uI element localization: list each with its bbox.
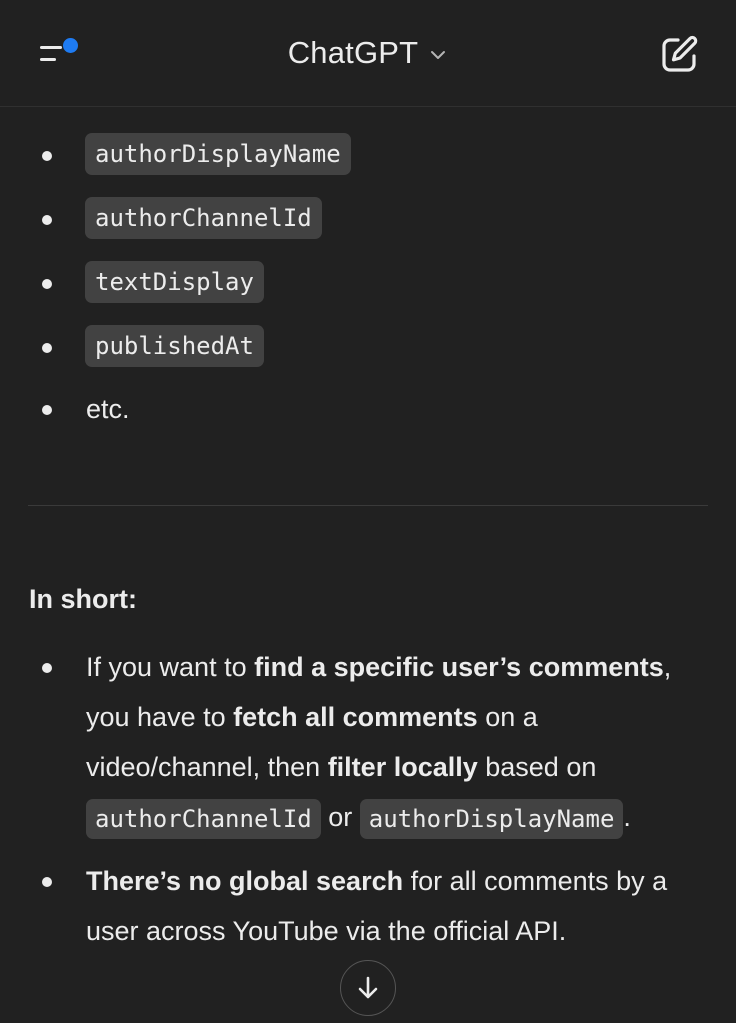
bullet	[42, 877, 52, 887]
list-item: publishedAt	[0, 325, 736, 371]
model-selector[interactable]: ChatGPT	[0, 30, 736, 76]
summary-point-2: There’s no global search for all comment…	[86, 856, 716, 956]
arrow-down-icon	[358, 976, 378, 999]
bullet	[42, 663, 52, 673]
list-item: etc.	[0, 389, 736, 435]
inline-code: authorChannelId	[86, 798, 321, 839]
bold-text: There’s no global search	[86, 866, 404, 896]
list-text: etc.	[86, 394, 130, 424]
bullet	[42, 279, 52, 289]
bullet	[42, 151, 52, 161]
bullet	[42, 405, 52, 415]
list-item: textDisplay	[0, 261, 736, 307]
text: .	[623, 802, 631, 832]
bold-text: filter locally	[327, 752, 478, 782]
app-title: ChatGPT	[287, 35, 419, 70]
inline-code: authorDisplayName	[359, 798, 624, 839]
new-chat-icon	[662, 35, 698, 72]
text: based on	[477, 752, 597, 782]
chevron-down-icon	[431, 51, 446, 59]
bullet	[42, 343, 52, 353]
top-bar: ChatGPT	[0, 0, 736, 107]
divider	[28, 505, 708, 506]
list-item: authorDisplayName	[0, 133, 736, 179]
inline-code: authorChannelId	[85, 197, 322, 239]
bullet	[42, 215, 52, 225]
scroll-to-bottom-button[interactable]	[340, 960, 396, 1016]
section-heading: In short:	[29, 584, 137, 614]
text: or	[320, 802, 360, 832]
inline-code: textDisplay	[85, 261, 264, 303]
new-chat-button[interactable]	[656, 32, 702, 78]
text: If you want to	[86, 652, 255, 682]
summary-point-1: If you want to find a specific user’s co…	[86, 642, 716, 842]
inline-code: publishedAt	[85, 325, 264, 367]
bold-text: find a specific user’s comments	[254, 652, 664, 682]
list-item: authorChannelId	[0, 197, 736, 243]
inline-code: authorDisplayName	[85, 133, 351, 175]
bold-text: fetch all comments	[233, 702, 478, 732]
